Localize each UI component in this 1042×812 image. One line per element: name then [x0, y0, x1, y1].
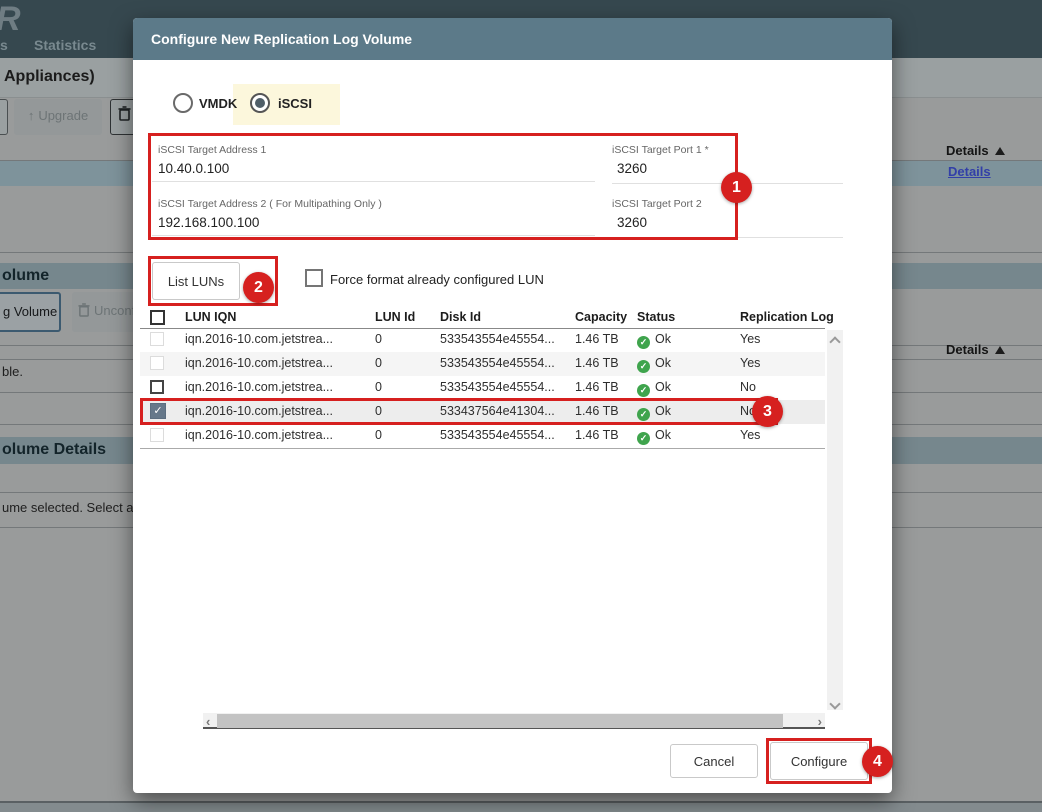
configure-button[interactable]: Configure — [770, 742, 868, 780]
col-status[interactable]: Status — [637, 310, 675, 324]
dialog-header: Configure New Replication Log Volume — [133, 18, 892, 60]
cancel-button[interactable]: Cancel — [670, 744, 758, 778]
upgrade-button[interactable]: ↑Upgrade — [14, 99, 102, 135]
row-checkbox[interactable] — [150, 428, 164, 442]
configure-log-volume-button[interactable]: g Volume — [0, 292, 61, 332]
col-replication-log[interactable]: Replication Log — [740, 310, 834, 324]
cut-button-fragment[interactable] — [0, 99, 8, 135]
details-link[interactable]: Details — [948, 164, 991, 179]
table-row[interactable]: iqn.2016-10.com.jetstrea... 0 533543554e… — [140, 328, 825, 352]
row-checkbox-checked[interactable]: ✓ — [150, 403, 166, 419]
status-ok-icon: ✓ — [637, 360, 650, 373]
tab-statistics[interactable]: Statistics — [34, 37, 96, 53]
appliances-section-title: Appliances) — [4, 68, 95, 86]
force-format-label: Force format already configured LUN — [330, 272, 544, 287]
dialog-title: Configure New Replication Log Volume — [151, 18, 412, 60]
port2-label: iSCSI Target Port 2 — [612, 198, 702, 210]
app-logo: R — [0, 0, 21, 39]
port1-label: iSCSI Target Port 1 * — [612, 144, 709, 156]
col-lun-iqn[interactable]: LUN IQN — [185, 310, 236, 324]
log-volume-section-title: olume — [2, 267, 49, 285]
port2-underline — [612, 237, 843, 238]
scroll-left-icon[interactable]: ‹ — [206, 714, 210, 729]
iscsi-radio[interactable] — [250, 93, 270, 113]
status-ok-icon: ✓ — [637, 432, 650, 445]
trash-icon — [118, 106, 131, 121]
address2-input[interactable]: 192.168.100.100 — [158, 215, 259, 230]
scroll-up-icon[interactable] — [829, 336, 840, 347]
col-disk-id[interactable]: Disk Id — [440, 310, 481, 324]
table-bottom-border — [140, 448, 825, 449]
scrollbar-thumb[interactable] — [217, 714, 783, 728]
vertical-scrollbar[interactable] — [827, 330, 843, 710]
bg-footer-bar — [0, 801, 1042, 812]
status-ok-icon: ✓ — [637, 336, 650, 349]
col-capacity[interactable]: Capacity — [575, 310, 627, 324]
force-format-checkbox[interactable] — [305, 269, 323, 287]
address1-underline — [152, 181, 595, 182]
trash-icon — [78, 303, 90, 317]
details-column-header[interactable]: Details — [946, 142, 1005, 160]
address1-label: iSCSI Target Address 1 — [158, 144, 266, 156]
port2-input[interactable]: 3260 — [617, 215, 647, 230]
bg-message-no-volume: ume selected. Select a v — [2, 500, 144, 515]
scroll-down-icon[interactable] — [829, 698, 840, 709]
scroll-right-icon[interactable]: › — [818, 714, 822, 729]
table-row[interactable]: iqn.2016-10.com.jetstrea... 0 533543554e… — [140, 376, 825, 400]
configure-replication-log-dialog: Configure New Replication Log Volume VMD… — [133, 18, 892, 793]
table-row-selected[interactable]: ✓ iqn.2016-10.com.jetstrea... 0 53343756… — [140, 400, 825, 424]
row-checkbox[interactable] — [150, 356, 164, 370]
table-row[interactable]: iqn.2016-10.com.jetstrea... 0 533543554e… — [140, 352, 825, 376]
status-ok-icon: ✓ — [637, 408, 650, 421]
sort-asc-icon — [995, 346, 1005, 354]
iscsi-radio-label[interactable]: iSCSI — [278, 96, 312, 111]
annotation-step-2: 2 — [243, 272, 274, 303]
volume-details-section-title: olume Details — [2, 441, 106, 459]
tab-fragment[interactable]: s — [0, 37, 8, 53]
annotation-step-1: 1 — [721, 172, 752, 203]
row-checkbox[interactable] — [150, 380, 164, 394]
annotation-step-3: 3 — [752, 396, 783, 427]
address1-input[interactable]: 10.40.0.100 — [158, 161, 229, 176]
select-all-checkbox[interactable] — [150, 310, 165, 325]
annotation-step-4: 4 — [862, 746, 893, 777]
bg-message-available: ble. — [2, 364, 23, 379]
row-checkbox[interactable] — [150, 332, 164, 346]
details-column-header[interactable]: Details — [946, 341, 1005, 359]
upgrade-icon: ↑ — [28, 108, 35, 123]
col-lun-id[interactable]: LUN Id — [375, 310, 415, 324]
vmdk-radio-label[interactable]: VMDK — [199, 96, 237, 111]
vmdk-radio[interactable] — [173, 93, 193, 113]
list-luns-button[interactable]: List LUNs — [152, 262, 240, 300]
sort-asc-icon — [995, 147, 1005, 155]
status-ok-icon: ✓ — [637, 384, 650, 397]
address2-label: iSCSI Target Address 2 ( For Multipathin… — [158, 198, 382, 210]
horizontal-scrollbar[interactable]: ‹ › — [203, 713, 825, 729]
address2-underline — [152, 235, 595, 236]
screen: R s Statistics Appliances) ↑Upgrade Deta… — [0, 0, 1042, 812]
table-row[interactable]: iqn.2016-10.com.jetstrea... 0 533543554e… — [140, 424, 825, 448]
port1-input[interactable]: 3260 — [617, 161, 647, 176]
